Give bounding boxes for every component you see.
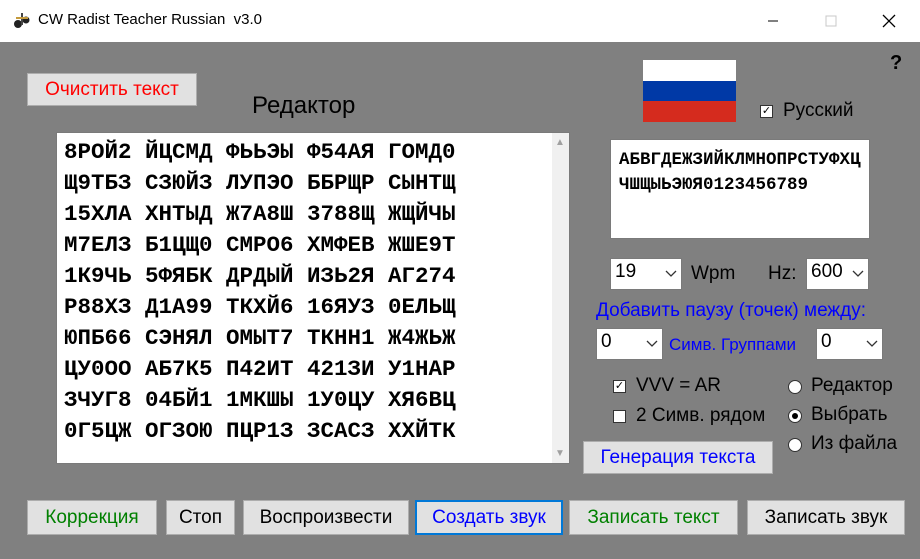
- minimize-icon: [768, 20, 778, 22]
- write-sound-button[interactable]: Записать звук: [747, 500, 905, 535]
- source-editor-radio[interactable]: [788, 380, 802, 394]
- symbols-pause-value: 0: [601, 331, 612, 352]
- source-select-radio[interactable]: [788, 409, 802, 423]
- source-file-label: Из файла: [811, 433, 898, 454]
- app-icon: [14, 13, 30, 28]
- help-button[interactable]: ?: [890, 52, 902, 75]
- source-editor-label: Редактор: [811, 375, 893, 396]
- create-sound-button[interactable]: Создать звук: [415, 500, 563, 535]
- chevron-down-icon: [866, 340, 878, 347]
- editor-line: Щ9ТБЗ СЗЮЙЗ ЛУПЭО ББРЩР СЫНТЩ: [64, 170, 456, 196]
- wpm-value: 19: [615, 261, 637, 282]
- wpm-label: Wpm: [691, 263, 736, 284]
- hz-label: Hz:: [768, 263, 797, 284]
- stop-button[interactable]: Стоп: [166, 500, 235, 535]
- chevron-down-icon: [646, 340, 658, 347]
- editor-line: 15ХЛА ХНТЫД Ж7А8Ш 3788Щ ЖЩЙЧЫ: [64, 201, 456, 227]
- editor-title: Редактор: [252, 92, 356, 119]
- maximize-button[interactable]: [808, 0, 854, 42]
- alphabet-box[interactable]: АБВГДЕЖЗИЙКЛМНОПРСТУФХЦЧШЩЫЬЭЮЯ012345678…: [610, 139, 870, 239]
- generate-text-button[interactable]: Генерация текста: [583, 441, 773, 474]
- editor-textarea[interactable]: 8РОЙ2 ЙЦСМД ФЬЬЭЫ Ф54АЯ ГОМД0 Щ9ТБЗ СЗЮЙЗ…: [56, 132, 570, 464]
- close-icon: [882, 14, 896, 28]
- hz-select[interactable]: 600: [806, 258, 869, 290]
- maximize-icon: [825, 15, 837, 27]
- pause-mid-label: Симв. Группами: [669, 335, 797, 354]
- groups-pause-select[interactable]: 0: [816, 328, 883, 360]
- russia-flag-icon: [643, 60, 736, 122]
- clear-text-button[interactable]: Очистить текст: [27, 73, 197, 106]
- russian-checkbox[interactable]: ✓: [760, 105, 773, 118]
- two-symbols-checkbox[interactable]: [613, 410, 626, 423]
- editor-content[interactable]: 8РОЙ2 ЙЦСМД ФЬЬЭЫ Ф54АЯ ГОМД0 Щ9ТБЗ СЗЮЙЗ…: [64, 137, 456, 447]
- write-text-button[interactable]: Записать текст: [569, 500, 738, 535]
- pause-heading: Добавить паузу (точек) между:: [596, 300, 867, 321]
- editor-line: 1К9ЧЬ 5ФЯБК ДРДЫЙ ИЗЬ2Я АГ274: [64, 263, 456, 289]
- source-select-label: Выбрать: [811, 404, 888, 425]
- wpm-select[interactable]: 19: [610, 258, 682, 290]
- editor-line: М7ЕЛЗ Б1ЦЩ0 СМРО6 ХМФЕВ ЖШЕ9Т: [64, 232, 456, 258]
- chevron-down-icon: [852, 270, 864, 277]
- editor-line: ЦУ0ОО АБ7К5 П42ИТ 421ЗИ У1НАР: [64, 356, 456, 382]
- editor-scrollbar[interactable]: ▲ ▼: [552, 133, 569, 463]
- editor-line: 0Г5ЦЖ ОГЗОЮ ПЦР1З ЗСАСЗ ХХЙТК: [64, 418, 456, 444]
- russian-label: Русский: [783, 100, 854, 121]
- editor-line: ЮПБ66 СЭНЯЛ ОМЫТ7 ТКНН1 Ж4ЖЬЖ: [64, 325, 456, 351]
- close-button[interactable]: [866, 0, 912, 42]
- vvv-checkbox[interactable]: ✓: [613, 380, 626, 393]
- radio-selected-dot: [792, 413, 798, 419]
- scroll-up-icon[interactable]: ▲: [555, 137, 565, 148]
- correction-button[interactable]: Коррекция: [27, 500, 157, 535]
- two-symbols-label: 2 Симв. рядом: [636, 405, 766, 426]
- groups-pause-value: 0: [821, 331, 832, 352]
- title-bar: CW Radist Teacher Russian v3.0: [0, 0, 920, 42]
- symbols-pause-select[interactable]: 0: [596, 328, 663, 360]
- editor-line: 8РОЙ2 ЙЦСМД ФЬЬЭЫ Ф54АЯ ГОМД0: [64, 139, 456, 165]
- hz-value: 600: [811, 261, 843, 282]
- play-button[interactable]: Воспроизвести: [243, 500, 409, 535]
- minimize-button[interactable]: [750, 0, 796, 42]
- scroll-down-icon[interactable]: ▼: [555, 448, 565, 459]
- window-title: CW Radist Teacher Russian v3.0: [38, 11, 262, 28]
- chevron-down-icon: [665, 270, 677, 277]
- vvv-label: VVV = AR: [636, 375, 722, 396]
- source-file-radio[interactable]: [788, 438, 802, 452]
- editor-line: ЗЧУГ8 04БЙ1 1МКШЫ 1У0ЦУ ХЯ6ВЦ: [64, 387, 456, 413]
- editor-line: Р88ХЗ Д1А99 ТКХЙ6 16ЯУЗ 0ЕЛЬЩ: [64, 294, 456, 320]
